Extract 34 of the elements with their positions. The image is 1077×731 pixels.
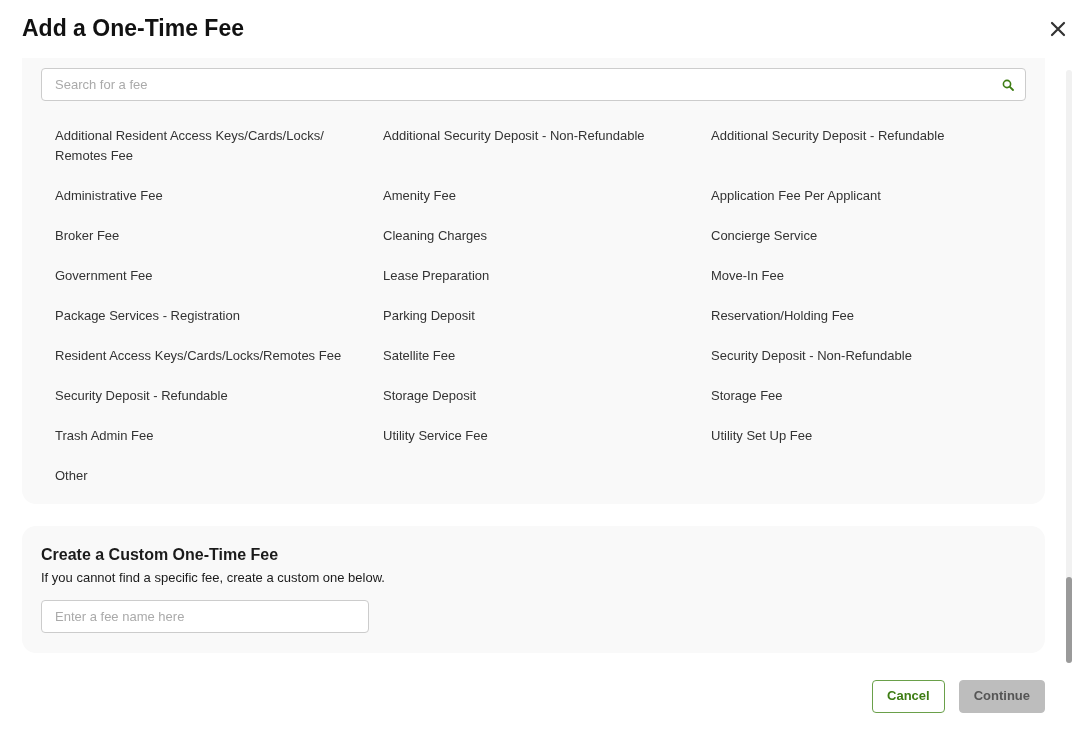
search-field[interactable]: Search for a fee <box>41 68 1026 101</box>
fee-option[interactable]: Administrative Fee <box>55 186 383 206</box>
fee-option[interactable]: Reservation/Holding Fee <box>711 306 1039 326</box>
close-icon <box>1049 20 1067 38</box>
fee-option[interactable]: Move-In Fee <box>711 266 1039 286</box>
fee-option[interactable]: Additional Resident Access Keys/Cards/Locks/ Remotes Fee <box>55 126 383 166</box>
fee-option[interactable]: Package Services - Registration <box>55 306 383 326</box>
fee-option[interactable]: Satellite Fee <box>383 346 711 366</box>
fee-option[interactable]: Utility Set Up Fee <box>711 426 1039 446</box>
fee-option[interactable]: Additional Security Deposit - Refundable <box>711 126 1039 166</box>
fee-option[interactable]: Resident Access Keys/Cards/Locks/Remotes Fee <box>55 346 383 366</box>
fee-option[interactable]: Storage Fee <box>711 386 1039 406</box>
fee-option[interactable]: Additional Security Deposit - Non-Refundable <box>383 126 711 166</box>
fee-option[interactable]: Government Fee <box>55 266 383 286</box>
section-title: Create a Custom One-Time Fee <box>41 545 280 565</box>
search-icon <box>1002 79 1014 91</box>
fee-option[interactable]: Lease Preparation <box>383 266 711 286</box>
fee-option[interactable]: Security Deposit - Refundable <box>55 386 383 406</box>
fee-option[interactable]: Parking Deposit <box>383 306 711 326</box>
fee-option[interactable]: Storage Deposit <box>383 386 711 406</box>
fee-option[interactable]: Trash Admin Fee <box>55 426 383 446</box>
fee-name-field[interactable]: Enter a fee name here <box>41 599 369 633</box>
fee-option[interactable]: Concierge Service <box>711 226 1039 246</box>
fee-option[interactable]: Utility Service Fee <box>383 426 711 446</box>
fee-option[interactable]: Broker Fee <box>55 226 383 246</box>
fee-option[interactable]: Application Fee Per Applicant <box>711 186 1039 206</box>
scrollbar[interactable] <box>1066 70 1072 663</box>
section-description: If you cannot find a specific fee, create a custom one below. <box>41 569 386 588</box>
fee-option[interactable]: Cleaning Charges <box>383 226 711 246</box>
fee-option[interactable]: Security Deposit - Non-Refundable <box>711 346 1039 366</box>
fee-option[interactable]: Other <box>55 466 383 486</box>
dialog-title: Add a One-Time Fee <box>22 15 244 43</box>
cancel-button[interactable]: Cancel <box>872 679 945 713</box>
fee-option[interactable]: Amenity Fee <box>383 186 711 206</box>
